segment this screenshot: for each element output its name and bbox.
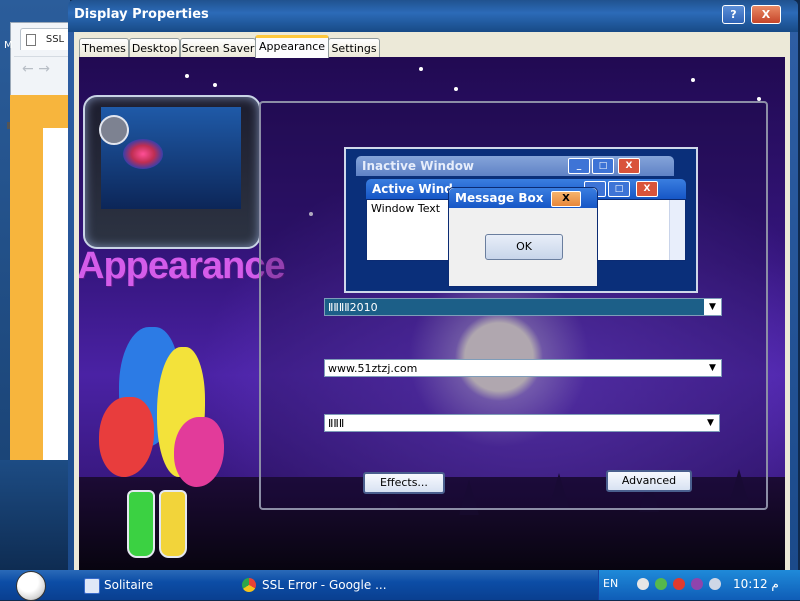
start-button[interactable] xyxy=(16,571,46,601)
preview-scrollbar xyxy=(669,200,685,260)
solitaire-icon xyxy=(84,578,100,594)
taskbar: Solitaire SSL Error - Google ... EN 10:1… xyxy=(0,570,800,601)
taskbar-item-label: Solitaire xyxy=(104,578,154,592)
close-icon: X xyxy=(636,181,658,197)
title-bar[interactable]: Display Properties ? X xyxy=(68,0,798,32)
advanced-button[interactable]: Advanced xyxy=(606,470,692,492)
display-properties-dialog: Display Properties ? X Themes Desktop Sc… xyxy=(68,0,798,570)
color-scheme-select[interactable]: www.51ztzj.com ▼ xyxy=(324,359,722,377)
font-size-select[interactable]: ⅡⅡⅡ ▼ xyxy=(324,414,720,432)
close-icon: X xyxy=(618,158,640,174)
tab-appearance[interactable]: Appearance xyxy=(255,35,329,58)
browser-tab-label: SSL xyxy=(45,34,65,45)
appearance-preview: Inactive Window _ □ X Active Wind _ □ X … xyxy=(344,147,698,293)
taskbar-item-ssl-error[interactable]: SSL Error - Google ... xyxy=(242,575,387,595)
message-box-title-text: Message Box xyxy=(455,191,544,205)
browser-side-text: M xyxy=(4,40,13,51)
tab-screen-saver[interactable]: Screen Saver xyxy=(180,38,256,57)
paint-bottle xyxy=(159,490,187,558)
tab-themes[interactable]: Themes xyxy=(79,38,129,57)
minimize-icon: _ xyxy=(568,158,590,174)
taskbar-item-label: SSL Error - Google ... xyxy=(262,578,387,592)
page-icon xyxy=(26,34,36,46)
dialog-client-area: Themes Desktop Screen Saver Appearance S… xyxy=(74,32,790,570)
appearance-art-title: Appearance xyxy=(79,245,286,287)
ok-button-preview: OK xyxy=(485,234,563,260)
message-box-preview: Message Box X OK xyxy=(448,187,598,287)
window-text: Window Text xyxy=(371,202,441,215)
effects-button[interactable]: Effects... xyxy=(363,472,445,494)
windows-and-buttons-select[interactable]: ⅡⅡⅡⅡ2010 ▼ xyxy=(324,298,722,316)
forward-arrow-icon[interactable]: → xyxy=(38,61,50,77)
tray-volume-icon[interactable] xyxy=(709,578,721,590)
tab-settings[interactable]: Settings xyxy=(328,38,380,57)
close-button[interactable]: X xyxy=(751,5,781,24)
screen-artwork xyxy=(123,139,163,169)
star-decoration xyxy=(213,83,217,87)
language-indicator[interactable]: EN xyxy=(603,577,618,590)
window-title: Display Properties xyxy=(74,7,209,22)
chevron-down-icon[interactable]: ▼ xyxy=(702,415,719,431)
clock[interactable]: 10:12 م xyxy=(733,577,779,591)
font-size-value: ⅡⅡⅡ xyxy=(328,417,345,430)
desktop-background xyxy=(0,460,70,570)
help-button[interactable]: ? xyxy=(722,5,745,24)
paint-splash xyxy=(99,397,154,477)
appearance-panel: Appearance Inactive Window _ □ X Active … xyxy=(79,57,785,570)
close-icon: X xyxy=(551,191,581,207)
star-decoration xyxy=(419,67,423,71)
tab-desktop[interactable]: Desktop xyxy=(129,38,180,57)
browser-tab[interactable]: SSL xyxy=(20,28,72,50)
tray-smiley-icon[interactable] xyxy=(637,578,649,590)
tray-network-icon[interactable] xyxy=(655,578,667,590)
page-marker-icon xyxy=(7,122,10,129)
back-arrow-icon[interactable]: ← xyxy=(22,61,34,77)
windows-and-buttons-value: ⅡⅡⅡⅡ2010 xyxy=(328,301,378,314)
tray-app-icon[interactable] xyxy=(691,578,703,590)
taskbar-item-solitaire[interactable]: Solitaire xyxy=(84,575,153,595)
color-scheme-value: www.51ztzj.com xyxy=(328,362,418,375)
monitor-illustration xyxy=(83,95,261,249)
star-decoration xyxy=(691,78,695,82)
chrome-icon xyxy=(242,578,256,592)
star-decoration xyxy=(185,74,189,78)
browser-page-content xyxy=(43,128,70,463)
inactive-window-preview: Inactive Window _ □ X xyxy=(356,156,674,176)
monitor-circle-icon xyxy=(99,115,129,145)
star-decoration xyxy=(454,87,458,91)
tray-security-icon[interactable] xyxy=(673,578,685,590)
maximize-icon: □ xyxy=(608,181,630,197)
paint-bottle xyxy=(127,490,155,558)
system-tray: EN 10:12 م xyxy=(598,570,800,600)
background-browser-window[interactable]: M SSL ← → xyxy=(0,0,78,570)
message-box-title: Message Box X xyxy=(449,188,597,208)
chevron-down-icon[interactable]: ▼ xyxy=(704,360,721,376)
chevron-down-icon[interactable]: ▼ xyxy=(704,299,721,315)
maximize-icon: □ xyxy=(592,158,614,174)
